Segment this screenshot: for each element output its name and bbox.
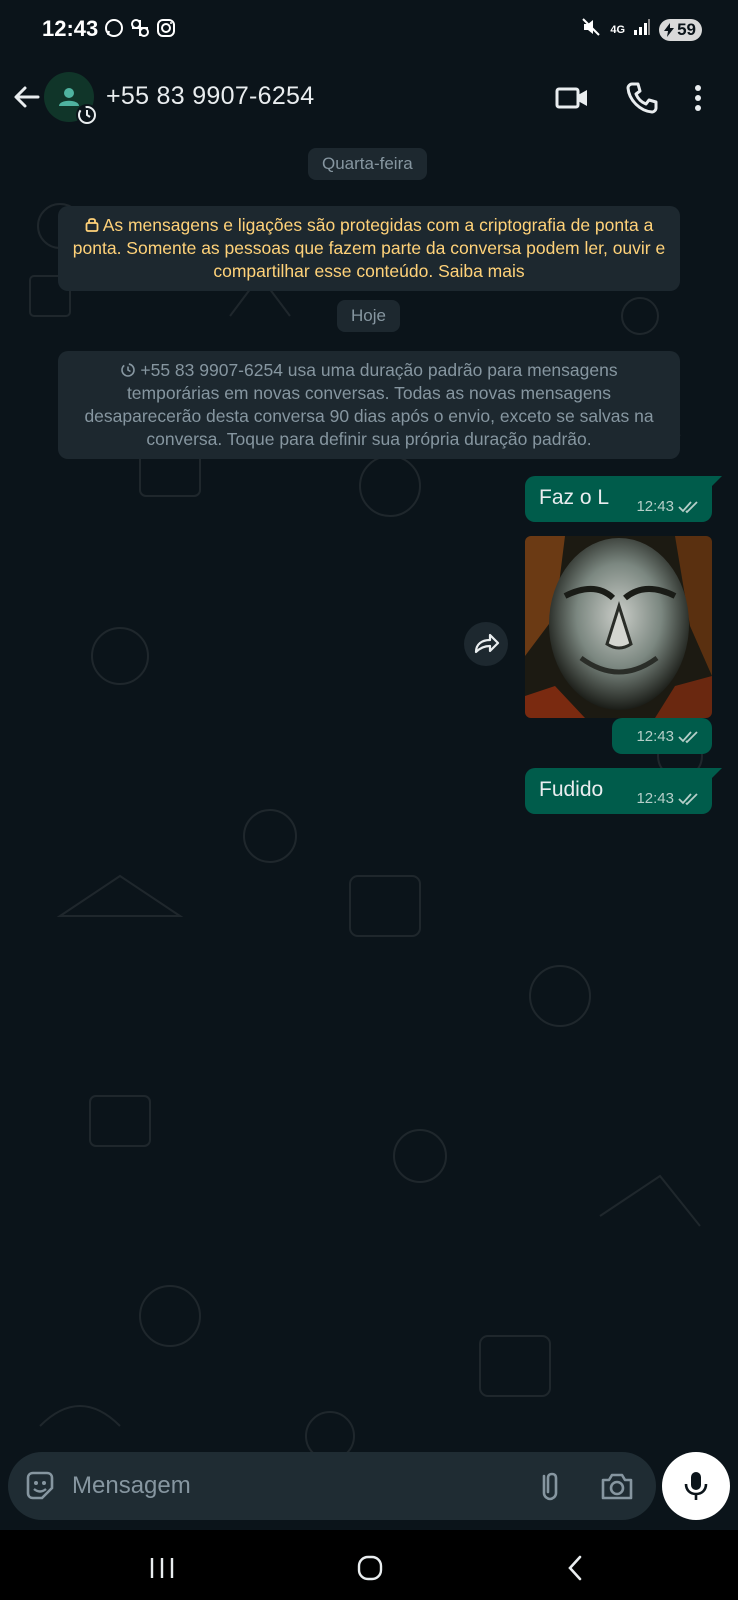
timer-icon bbox=[121, 363, 136, 377]
attach-button[interactable] bbox=[532, 1468, 568, 1504]
voice-call-button[interactable] bbox=[624, 80, 660, 116]
battery-level: 59 bbox=[677, 19, 696, 39]
contact-name[interactable]: +55 83 9907-6254 bbox=[106, 82, 314, 111]
message-meta: 12:43 bbox=[636, 790, 700, 807]
signal-icon bbox=[633, 18, 651, 41]
lock-icon bbox=[85, 218, 99, 232]
whatsapp-icon bbox=[104, 18, 124, 38]
instagram-icon bbox=[156, 18, 176, 38]
encryption-notice-text: As mensagens e ligações são protegidas c… bbox=[72, 215, 666, 281]
home-icon bbox=[357, 1555, 383, 1581]
date-divider: Quarta-feira bbox=[308, 148, 427, 180]
back-button[interactable] bbox=[10, 80, 44, 114]
message-meta: 12:43 bbox=[636, 498, 700, 515]
forward-icon bbox=[474, 633, 500, 654]
double-check-icon bbox=[678, 730, 698, 743]
temporary-notice-text: +55 83 9907-6254 usa uma duração padrão … bbox=[84, 360, 654, 449]
image-message-meta-bubble[interactable]: 12:43 bbox=[612, 718, 712, 754]
more-vert-icon bbox=[695, 85, 701, 111]
back-chevron-icon bbox=[568, 1555, 582, 1581]
message-text: Faz o L bbox=[539, 486, 610, 509]
emoji-button[interactable] bbox=[22, 1468, 58, 1504]
back-nav-button[interactable] bbox=[556, 1550, 596, 1586]
disappearing-timer-badge bbox=[76, 104, 98, 126]
voice-message-button[interactable] bbox=[662, 1452, 730, 1520]
chat-area[interactable]: Quarta-feira As mensagens e ligações são… bbox=[0, 136, 738, 1526]
image-thumbnail bbox=[525, 536, 712, 718]
encryption-notice[interactable]: As mensagens e ligações são protegidas c… bbox=[58, 206, 680, 291]
double-check-icon bbox=[678, 792, 698, 805]
message-meta: 12:43 bbox=[636, 728, 700, 745]
phone-icon bbox=[626, 82, 658, 114]
battery-indicator: 59 bbox=[659, 18, 702, 41]
message-time: 12:43 bbox=[636, 790, 674, 807]
double-check-icon bbox=[678, 500, 698, 513]
temporary-messages-notice[interactable]: +55 83 9907-6254 usa uma duração padrão … bbox=[58, 351, 680, 459]
recent-apps-icon bbox=[150, 1558, 174, 1578]
bubble-tail bbox=[710, 476, 722, 488]
status-indicators: 4G 59 bbox=[580, 16, 702, 43]
more-options-button[interactable] bbox=[686, 80, 710, 116]
charging-icon bbox=[664, 22, 675, 37]
chat-wallpaper bbox=[29, 203, 703, 1461]
image-message[interactable] bbox=[525, 536, 712, 718]
camera-button[interactable] bbox=[598, 1468, 636, 1504]
outgoing-message[interactable]: Faz o L 12:43 bbox=[525, 476, 712, 522]
paperclip-icon bbox=[542, 1472, 558, 1501]
outgoing-message[interactable]: Fudido 12:43 bbox=[525, 768, 712, 814]
pinwheel-icon bbox=[130, 18, 150, 38]
bubble-tail bbox=[710, 768, 722, 780]
mute-icon bbox=[580, 16, 602, 43]
sticker-emoji-icon bbox=[26, 1471, 54, 1500]
message-composer bbox=[8, 1452, 656, 1520]
forward-button[interactable] bbox=[464, 622, 508, 666]
back-arrow-icon bbox=[14, 86, 40, 108]
message-text: Fudido bbox=[539, 778, 604, 801]
status-app-icons bbox=[104, 18, 176, 38]
message-time: 12:43 bbox=[636, 498, 674, 515]
recent-apps-button[interactable] bbox=[142, 1550, 182, 1586]
message-time: 12:43 bbox=[636, 728, 674, 745]
system-navigation-bar bbox=[0, 1530, 738, 1600]
video-call-button[interactable] bbox=[554, 80, 590, 116]
video-call-icon bbox=[555, 87, 587, 109]
message-input[interactable] bbox=[72, 1464, 512, 1508]
network-label: 4G bbox=[610, 23, 626, 36]
home-button[interactable] bbox=[350, 1550, 390, 1586]
microphone-icon bbox=[684, 1472, 708, 1500]
chat-header: +55 83 9907-6254 bbox=[0, 62, 738, 136]
camera-icon bbox=[601, 1473, 633, 1500]
timer-icon bbox=[78, 106, 96, 124]
date-divider: Hoje bbox=[337, 300, 400, 332]
status-time: 12:43 bbox=[42, 16, 99, 41]
status-bar: 12:43 4G 59 bbox=[0, 0, 738, 62]
